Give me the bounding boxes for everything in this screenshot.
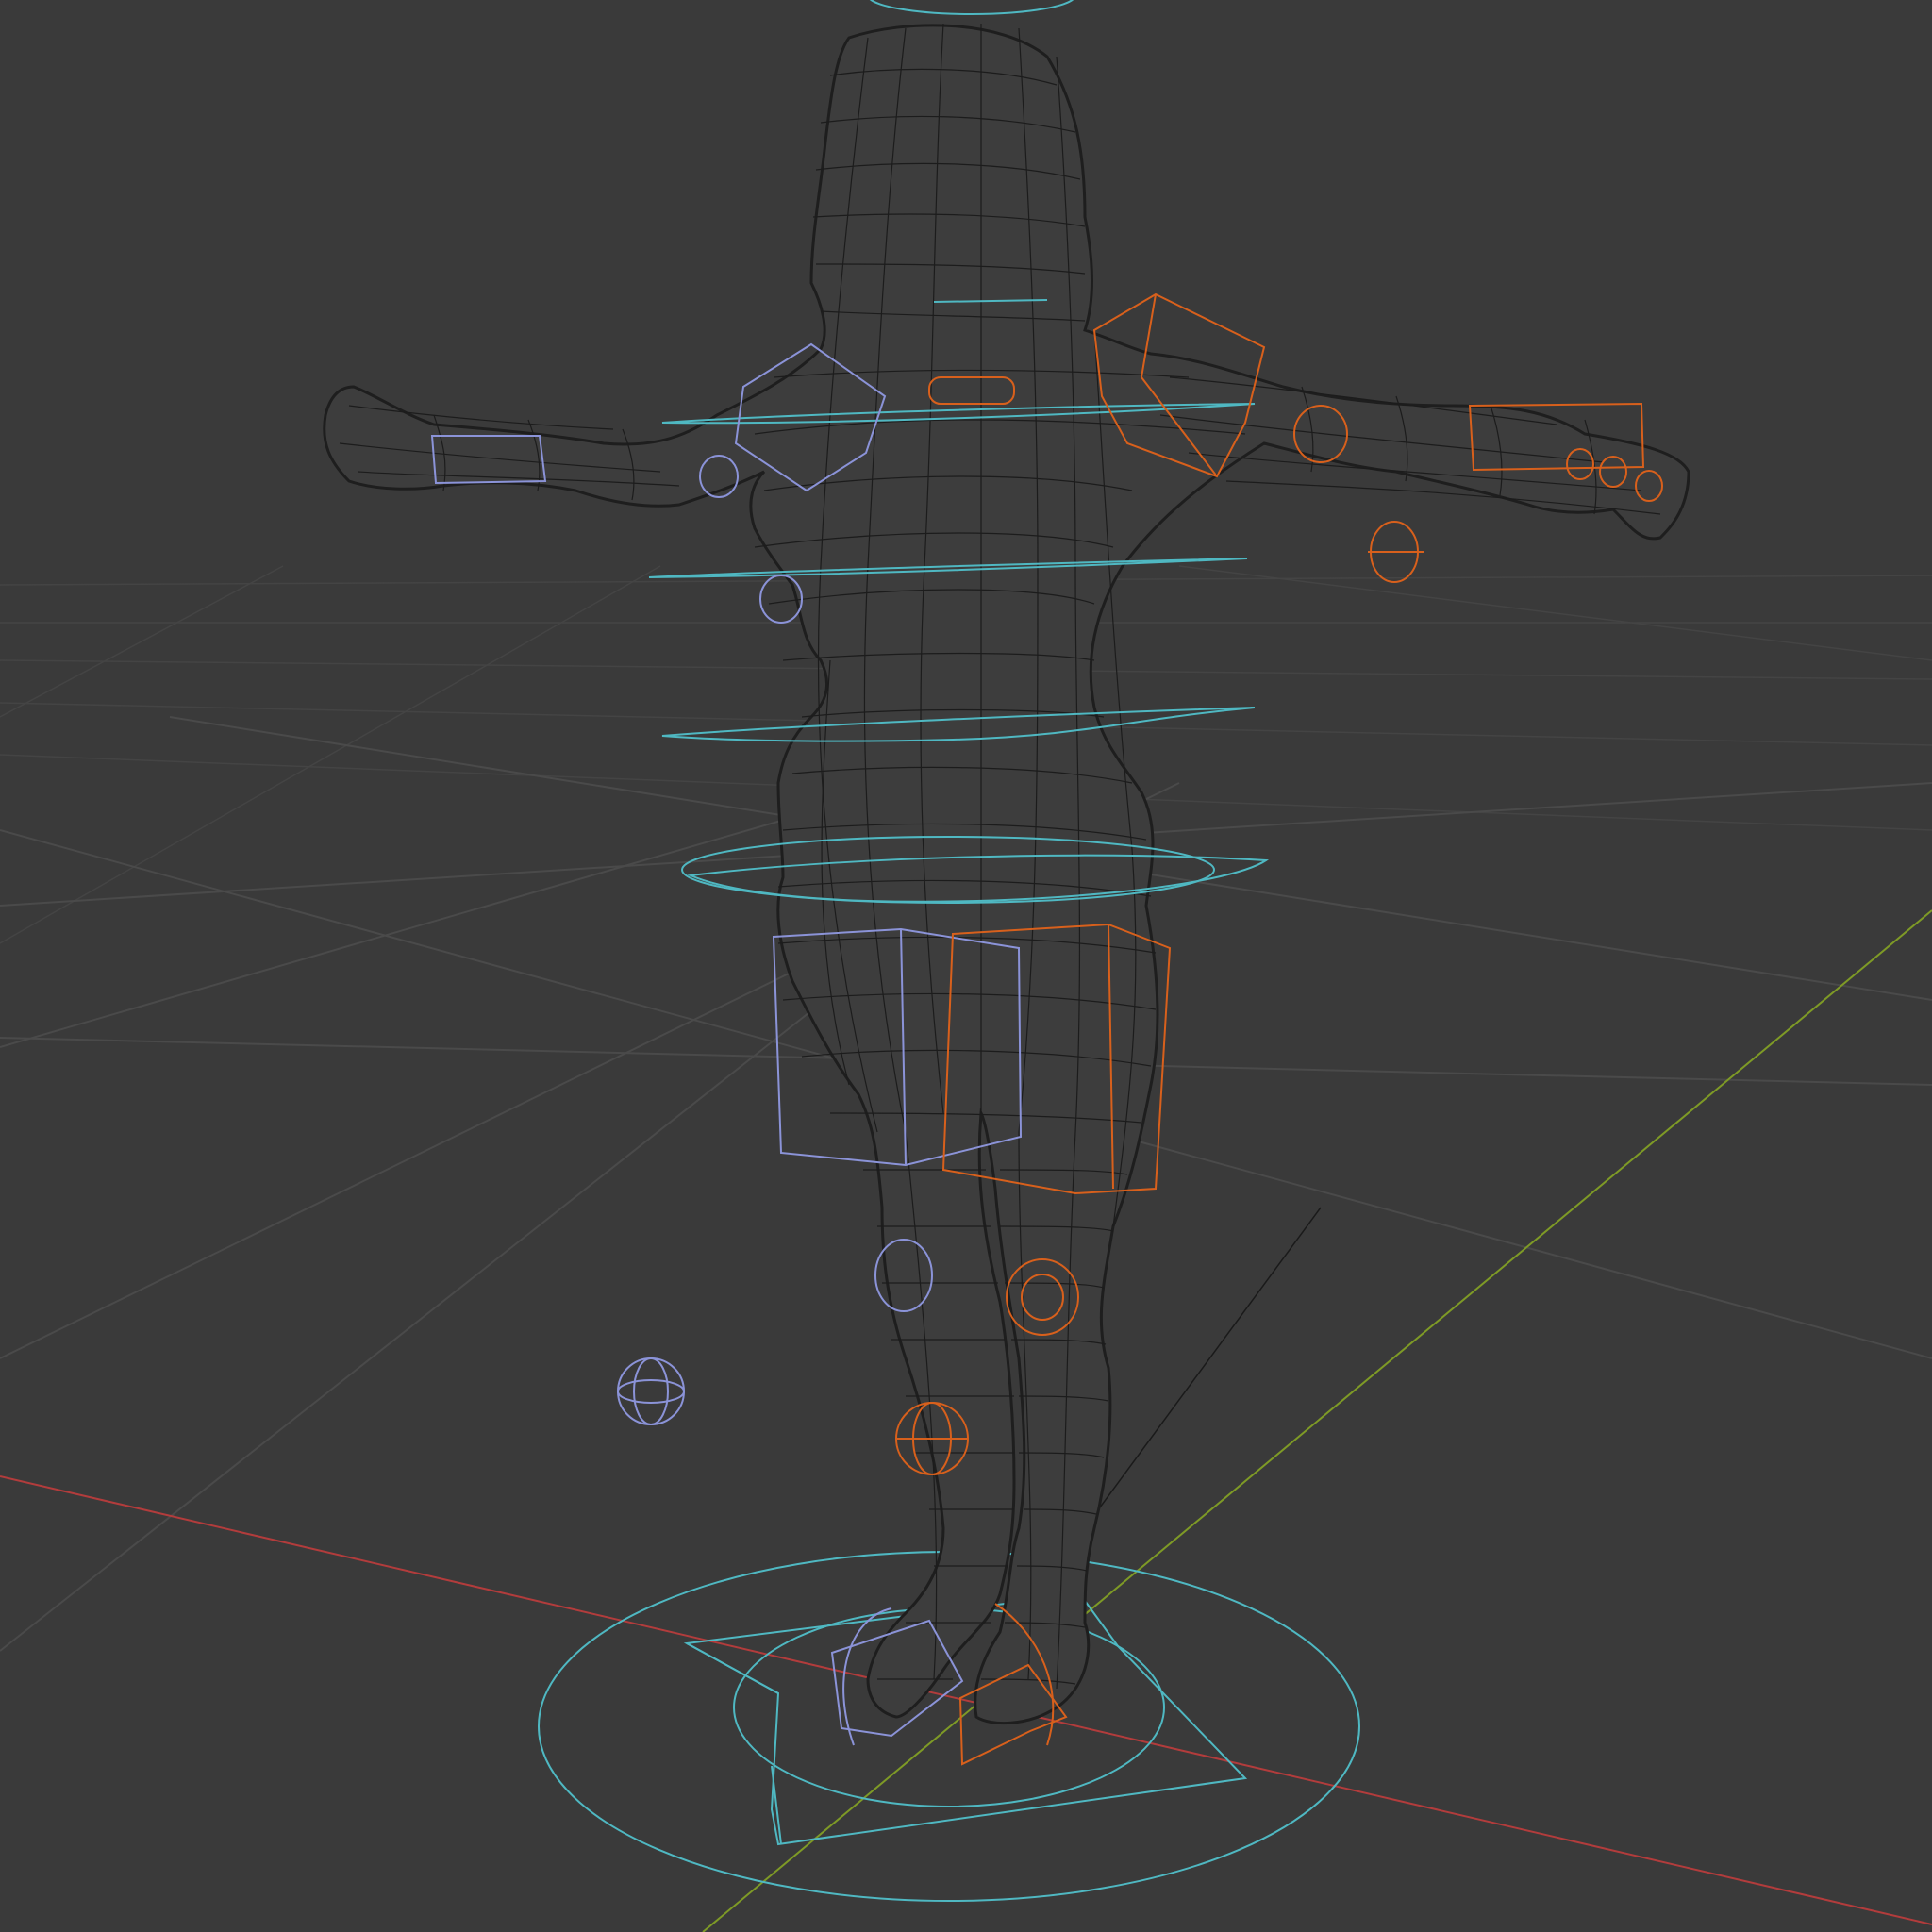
viewport-canvas[interactable] — [0, 0, 1932, 1932]
character-mesh[interactable] — [323, 23, 1690, 1725]
head-top-control[interactable] — [868, 0, 1075, 15]
3d-viewport[interactable] — [0, 0, 1932, 1932]
